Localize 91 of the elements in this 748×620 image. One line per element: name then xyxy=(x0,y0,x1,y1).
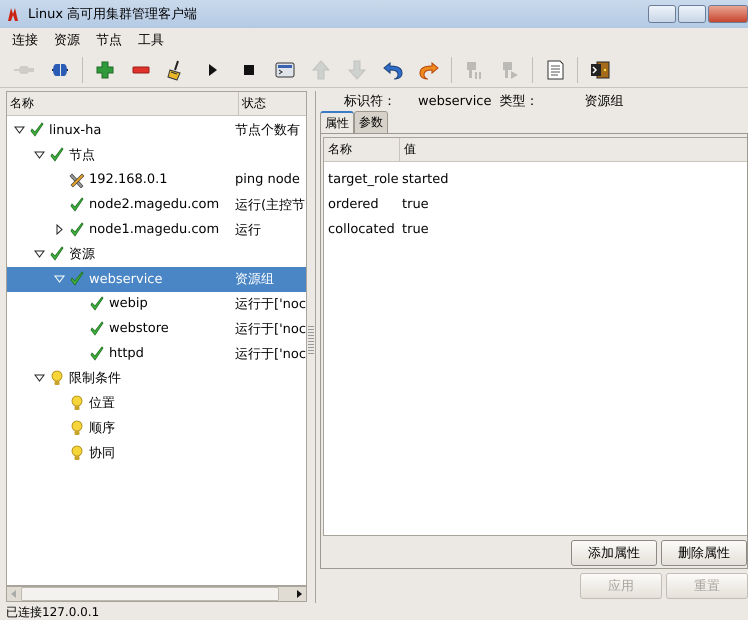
tree-row[interactable]: 协同 xyxy=(7,440,306,466)
expanded-arrow-icon[interactable] xyxy=(34,150,44,161)
bulb-icon xyxy=(69,420,85,436)
check-icon xyxy=(89,346,105,362)
tree-item-label: node1.magedu.com xyxy=(89,222,220,238)
tree-row[interactable]: node1.magedu.com 运行 xyxy=(7,217,306,242)
resize-grip[interactable] xyxy=(308,326,314,356)
status-text: 运行于['noc xyxy=(235,296,306,312)
table-cell-text: collocated xyxy=(327,222,396,237)
tree-row[interactable]: 192.168.0.1 ping node xyxy=(7,168,306,192)
menu-item[interactable]: 工具 xyxy=(130,31,172,49)
minimize-button[interactable] xyxy=(648,5,676,23)
scroll-right-icon[interactable] xyxy=(295,590,303,598)
exit-door-icon xyxy=(589,58,611,80)
collapsed-arrow-icon[interactable] xyxy=(54,224,64,236)
status-text: ping node xyxy=(235,172,300,188)
column-header[interactable]: 名称 xyxy=(7,92,239,115)
status-text: 运行 xyxy=(235,222,261,238)
button[interactable]: 添加属性 xyxy=(571,540,657,566)
tools-icon xyxy=(69,172,85,188)
tree-row[interactable]: 顺序 xyxy=(7,416,306,440)
play-icon xyxy=(208,62,218,76)
table-cell-text: ordered xyxy=(327,197,380,212)
status-text: 运行于['noc xyxy=(235,322,306,337)
field-value: 资源组 xyxy=(584,93,624,110)
tree-item-label: 限制条件 xyxy=(69,370,121,388)
tree-item-label: 资源 xyxy=(69,246,95,264)
tree-item-label: webstore xyxy=(109,321,169,336)
status-text: 节点个数有 xyxy=(235,123,300,138)
check-icon xyxy=(69,271,85,288)
table-cell: true xyxy=(402,222,429,237)
menu-item[interactable]: 资源 xyxy=(46,31,88,49)
tree-row[interactable]: node2.magedu.com 运行(主控节 xyxy=(7,192,306,218)
menu-item[interactable]: 节点 xyxy=(88,31,130,49)
table-cell: started xyxy=(402,172,449,187)
field-value: webservice xyxy=(418,94,492,108)
window-title: Linux 高可用集群管理客户端 xyxy=(28,6,198,23)
bulb-icon xyxy=(69,444,85,461)
tree-row[interactable]: webservice 资源组 xyxy=(7,266,306,292)
up-arrow-icon xyxy=(310,58,332,80)
check-icon xyxy=(49,147,65,164)
tree-item-label: node2.magedu.com xyxy=(89,197,220,212)
tree-row[interactable]: 位置 xyxy=(7,390,306,416)
tab[interactable]: 参数 xyxy=(354,111,388,133)
status-text: 运行(主控节 xyxy=(235,198,306,213)
tree-row[interactable]: linux-ha 节点个数有 xyxy=(7,118,306,143)
bulb-icon xyxy=(69,395,85,412)
tree-item-label: webip xyxy=(109,296,148,312)
menu-item[interactable]: 连接 xyxy=(4,31,46,49)
tree-row[interactable]: 限制条件 xyxy=(7,366,306,391)
status-text: 运行于['noc xyxy=(235,346,306,362)
tree-item-label: httpd xyxy=(109,346,144,362)
plus-icon xyxy=(94,58,116,80)
scrollbar-thumb[interactable] xyxy=(21,587,279,601)
tree-row[interactable]: httpd 运行于['noc xyxy=(7,341,306,366)
tree-item-label: 顺序 xyxy=(89,420,115,437)
tree-row[interactable]: webstore 运行于['noc xyxy=(7,316,306,342)
check-icon xyxy=(89,296,105,312)
stop-icon xyxy=(243,64,255,76)
expanded-arrow-icon[interactable] xyxy=(34,372,44,384)
status-text: 资源组 xyxy=(235,272,274,288)
tree-item-label: linux-ha xyxy=(49,122,102,138)
bulb-icon xyxy=(49,370,65,386)
tree-item-label: 192.168.0.1 xyxy=(89,172,168,188)
check-icon xyxy=(89,320,105,337)
column-header[interactable]: 状态 xyxy=(239,92,266,115)
status-bar-text: 已连接127.0.0.1 xyxy=(5,604,100,620)
table-cell: true xyxy=(402,197,429,212)
tree-item-label: webservice xyxy=(89,272,162,287)
tree-row[interactable]: 节点 xyxy=(7,142,306,168)
field-label: 标识符： xyxy=(344,93,396,110)
horizontal-scrollbar[interactable] xyxy=(6,586,307,602)
check-icon xyxy=(69,222,85,238)
column-header[interactable]: 名称 xyxy=(324,138,400,161)
check-icon xyxy=(69,196,85,213)
tree-row[interactable]: webip 运行于['noc xyxy=(7,292,306,316)
tree-item-label: 位置 xyxy=(89,395,115,412)
column-header[interactable]: 值 xyxy=(400,138,416,161)
tree-item-label: 节点 xyxy=(69,147,95,164)
button[interactable]: 删除属性 xyxy=(661,540,747,566)
tab[interactable]: 属性 xyxy=(320,111,354,133)
check-icon xyxy=(29,122,45,138)
down-arrow-icon xyxy=(346,58,368,80)
check-icon xyxy=(49,246,65,262)
table-cell-text: target_role xyxy=(327,172,400,187)
expanded-arrow-icon[interactable] xyxy=(34,248,44,260)
field-label: 类型： xyxy=(499,93,538,110)
maximize-button[interactable] xyxy=(678,5,706,23)
expanded-arrow-icon[interactable] xyxy=(14,124,24,136)
tree-item-label: 协同 xyxy=(89,444,115,462)
tree-row[interactable]: 资源 xyxy=(7,242,306,267)
